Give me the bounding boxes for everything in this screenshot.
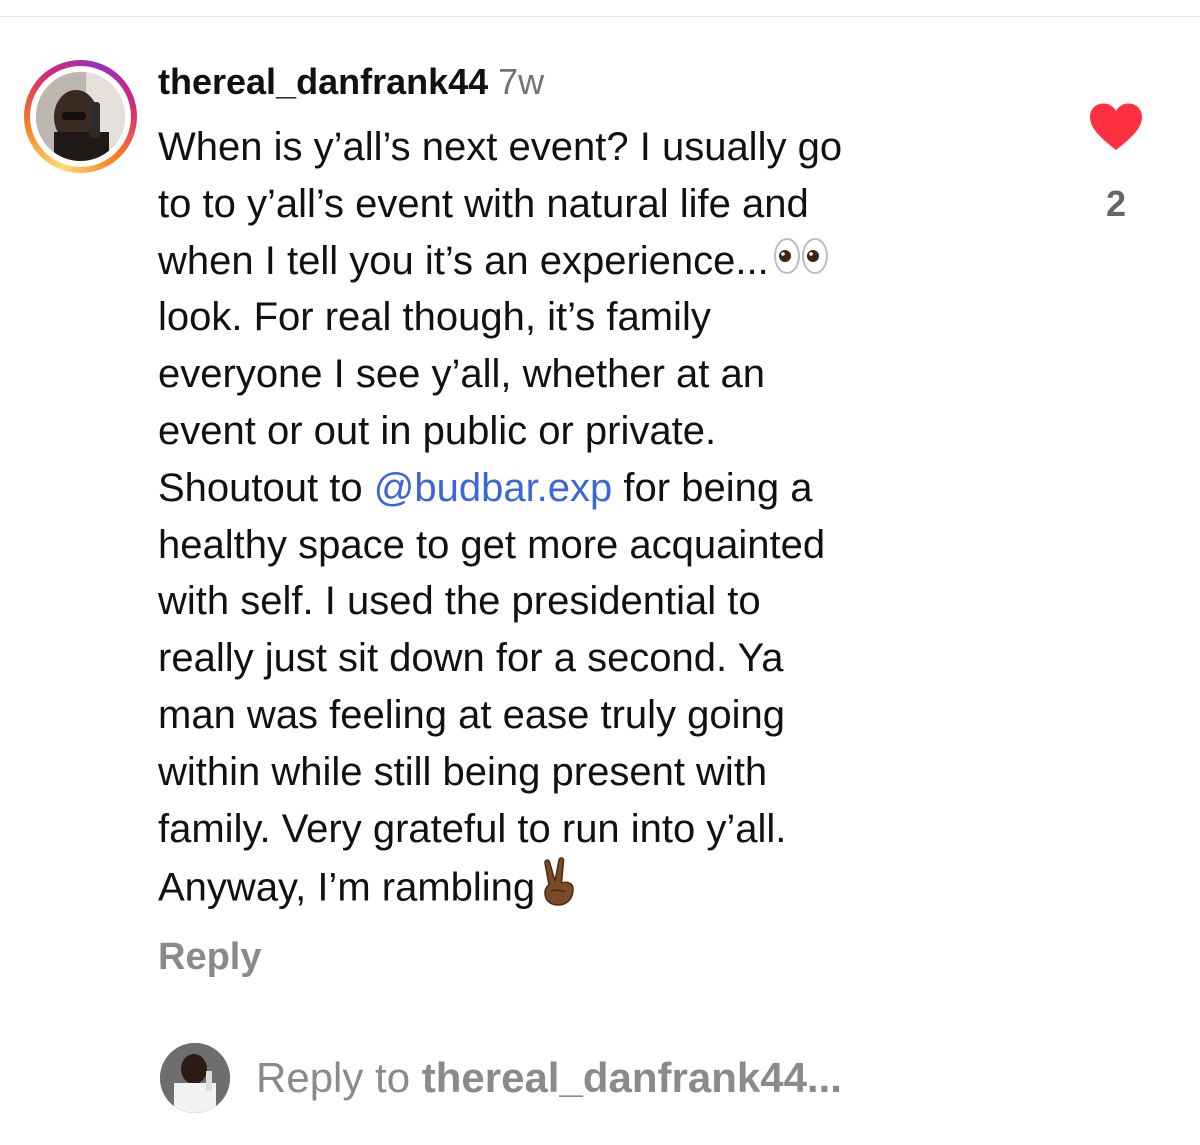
reply-input[interactable]: Reply to thereal_danfrank44... [256,1053,842,1103]
comment-timestamp: 7w [498,61,545,102]
comment-header: thereal_danfrank44 7w [158,62,544,102]
reply-input-prefix: Reply to [256,1054,422,1101]
comment-line-text: Shoutout to [158,465,374,510]
reply-bar[interactable]: Reply to thereal_danfrank44... [160,1043,1160,1113]
comment-line: to to y’all’s event with natural life an… [158,181,809,226]
eyes-emoji-icon [773,235,829,292]
commenter-username[interactable]: thereal_danfrank44 [158,61,488,102]
comment-line: everyone I see y’all, whether at an [158,352,766,397]
commenter-avatar [36,72,125,161]
comment-line: look. For real though, it’s family [158,295,711,340]
comment-line: family. Very grateful to run into y’all. [158,806,787,851]
avatar-photo-icon [36,72,125,161]
comment: thereal_danfrank44 7w When is y’all’s nex… [0,0,1200,1145]
comment-line: Anyway, I’m rambling [158,857,1038,914]
commenter-avatar-story-ring[interactable] [24,60,137,173]
victory-hand-emoji-icon [537,857,583,923]
comment-line-text: when I tell you it’s an experience... [158,238,769,283]
reply-input-target: thereal_danfrank44... [421,1054,842,1101]
comment-line: with self. I used the presidential to [158,579,761,624]
avatar-photo-icon [160,1043,230,1113]
comment-line: really just sit down for a second. Ya [158,636,784,681]
like-control: 2 [1086,102,1146,232]
comment-line: When is y’all’s next event? I usually go [158,125,843,169]
reply-button[interactable]: Reply [158,934,261,980]
mention-link[interactable]: @budbar.exp [374,466,613,510]
comment-line-text: Anyway, I’m rambling [158,865,536,910]
comment-line: event or out in public or private. [158,408,717,453]
comment-body: When is y’all’s next event? I usually go… [158,119,1038,914]
like-count[interactable]: 2 [1086,182,1146,226]
heart-like-icon[interactable] [1088,102,1144,157]
current-user-avatar [160,1043,230,1113]
comment-line: when I tell you it’s an experience... [158,233,1038,290]
comment-line-text: for being a [612,465,813,510]
comment-line: within while still being present with [158,749,768,794]
comment-line: Shoutout to @budbar.exp for being a [158,460,1038,517]
comment-line: healthy space to get more acquainted [158,522,826,567]
comment-line: man was feeling at ease truly going [158,692,786,737]
